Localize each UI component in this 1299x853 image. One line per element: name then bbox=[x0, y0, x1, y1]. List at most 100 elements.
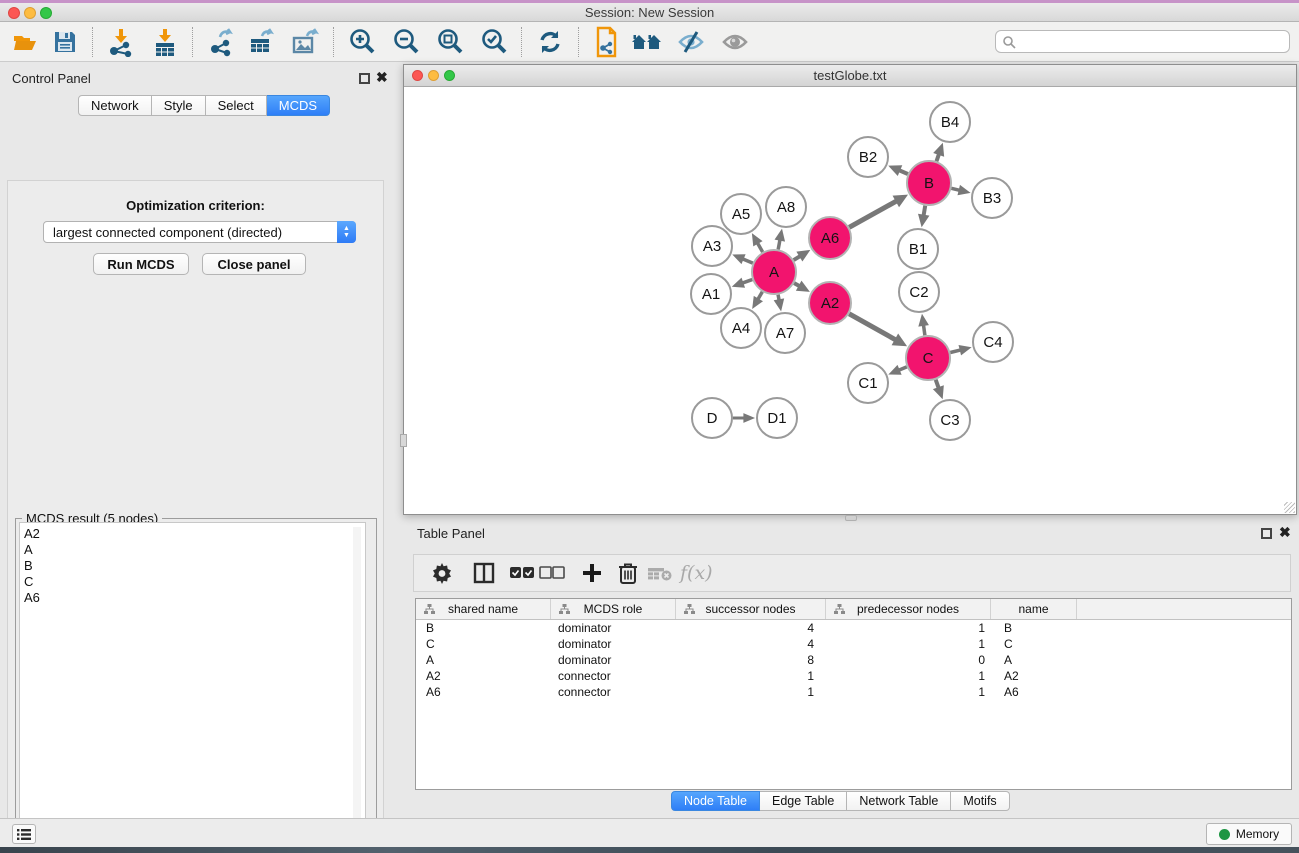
delete-column-icon[interactable] bbox=[614, 559, 642, 587]
zoom-selected-icon[interactable] bbox=[477, 25, 511, 59]
close-window-button[interactable] bbox=[8, 7, 20, 19]
zoom-fit-icon[interactable] bbox=[433, 25, 467, 59]
tab-motifs[interactable]: Motifs bbox=[951, 791, 1009, 811]
table-row[interactable]: Bdominator41B bbox=[416, 620, 1291, 636]
import-network-icon[interactable] bbox=[104, 25, 138, 59]
save-session-icon[interactable] bbox=[48, 25, 82, 59]
network-window-titlebar[interactable]: testGlobe.txt bbox=[404, 65, 1296, 87]
graph-edge-A-A1[interactable] bbox=[742, 280, 752, 283]
graph-edge-A6-B[interactable] bbox=[849, 201, 896, 227]
table-cell: 4 bbox=[676, 637, 826, 651]
float-panel-icon[interactable] bbox=[359, 73, 370, 84]
scrollbar-track[interactable] bbox=[353, 527, 361, 853]
zoom-out-icon[interactable] bbox=[389, 25, 423, 59]
column-header-predecessor-nodes[interactable]: predecessor nodes bbox=[826, 599, 991, 619]
close-panel-icon[interactable]: ✖ bbox=[1279, 524, 1291, 541]
graph-edge-B-B1[interactable] bbox=[924, 206, 926, 216]
graph-edge-B-B2[interactable] bbox=[899, 170, 908, 174]
search-input[interactable] bbox=[1016, 35, 1289, 49]
graph-edge-A-A5[interactable] bbox=[757, 243, 762, 252]
close-panel-icon[interactable]: ✖ bbox=[376, 69, 388, 86]
add-column-icon[interactable] bbox=[578, 559, 606, 587]
close-panel-button[interactable]: Close panel bbox=[202, 253, 306, 275]
panel-divider-grip[interactable] bbox=[400, 434, 407, 447]
column-header-successor-nodes[interactable]: successor nodes bbox=[676, 599, 826, 619]
criterion-value: largest connected component (directed) bbox=[44, 225, 337, 240]
graph-edge-A-A3[interactable] bbox=[743, 259, 753, 263]
graph-edge-A-A8[interactable] bbox=[778, 240, 780, 250]
deselect-all-icon[interactable] bbox=[538, 559, 566, 587]
fx-label: f(x) bbox=[680, 562, 713, 584]
delete-table-icon[interactable] bbox=[646, 559, 674, 587]
edge-arrowhead bbox=[774, 298, 785, 311]
mcds-result-list[interactable]: A2ABCA6 bbox=[19, 522, 366, 853]
float-panel-icon[interactable] bbox=[1261, 528, 1272, 539]
mcds-result-item[interactable]: B bbox=[24, 558, 365, 574]
home-views-icon[interactable] bbox=[630, 25, 664, 59]
show-graphics-icon[interactable] bbox=[718, 25, 752, 59]
column-header-MCDS-role[interactable]: MCDS role bbox=[551, 599, 676, 619]
mcds-result-item[interactable]: C bbox=[24, 574, 365, 590]
table-row[interactable]: A2connector11A2 bbox=[416, 668, 1291, 684]
edge-arrowhead bbox=[775, 229, 786, 242]
column-header-shared-name[interactable]: shared name bbox=[416, 599, 551, 619]
hide-graphics-icon[interactable] bbox=[674, 25, 708, 59]
mcds-result-item[interactable]: A bbox=[24, 542, 365, 558]
graph-edge-C-C3[interactable] bbox=[936, 380, 939, 388]
task-history-button[interactable] bbox=[12, 824, 36, 844]
tab-network-table[interactable]: Network Table bbox=[847, 791, 951, 811]
graph-edge-A-A4[interactable] bbox=[758, 292, 762, 300]
graph-edge-C-C1[interactable] bbox=[899, 367, 907, 370]
graph-edge-A2-C[interactable] bbox=[849, 314, 896, 340]
node-label: A1 bbox=[702, 286, 720, 303]
function-builder-icon[interactable]: f(x) bbox=[680, 559, 713, 587]
zoom-in-icon[interactable] bbox=[345, 25, 379, 59]
tab-edge-table[interactable]: Edge Table bbox=[760, 791, 847, 811]
minimize-window-button[interactable] bbox=[24, 7, 36, 19]
import-table-icon[interactable] bbox=[148, 25, 182, 59]
table-row[interactable]: A6connector11A6 bbox=[416, 684, 1291, 700]
zoom-window-button[interactable] bbox=[40, 7, 52, 19]
run-mcds-button[interactable]: Run MCDS bbox=[93, 253, 189, 275]
criterion-dropdown[interactable]: largest connected component (directed) ▲… bbox=[43, 221, 356, 243]
graph-edge-A-A6[interactable] bbox=[794, 256, 801, 260]
memory-button[interactable]: Memory bbox=[1206, 823, 1292, 845]
close-view-button[interactable] bbox=[412, 70, 423, 81]
node-table[interactable]: shared nameMCDS rolesuccessor nodesprede… bbox=[415, 598, 1292, 790]
table-cell: 1 bbox=[826, 637, 991, 651]
table-row[interactable]: Cdominator41C bbox=[416, 636, 1291, 652]
graph-edge-B-B3[interactable] bbox=[951, 188, 959, 190]
column-header-name[interactable]: name bbox=[991, 599, 1077, 619]
tab-network[interactable]: Network bbox=[78, 95, 152, 116]
tab-mcds[interactable]: MCDS bbox=[267, 95, 330, 116]
mcds-result-item[interactable]: A2 bbox=[24, 526, 365, 542]
export-network-icon[interactable] bbox=[204, 25, 238, 59]
table-row[interactable]: Adominator80A bbox=[416, 652, 1291, 668]
window-resize-grip[interactable] bbox=[1284, 502, 1295, 513]
select-all-icon[interactable] bbox=[508, 559, 536, 587]
zoom-view-button[interactable] bbox=[444, 70, 455, 81]
table-cell: 1 bbox=[826, 685, 991, 699]
table-cell: B bbox=[416, 621, 551, 635]
tab-select[interactable]: Select bbox=[206, 95, 267, 116]
mcds-result-item[interactable]: A6 bbox=[24, 590, 365, 606]
hierarchy-icon bbox=[559, 604, 570, 614]
show-columns-icon[interactable] bbox=[470, 559, 498, 587]
control-panel-tabs: NetworkStyleSelectMCDS bbox=[78, 95, 330, 116]
open-session-icon[interactable] bbox=[8, 25, 42, 59]
export-image-icon[interactable] bbox=[288, 25, 322, 59]
export-table-icon[interactable] bbox=[244, 25, 278, 59]
minimize-view-button[interactable] bbox=[428, 70, 439, 81]
edge-arrowhead bbox=[918, 214, 929, 228]
hierarchy-icon bbox=[684, 604, 695, 614]
table-options-icon[interactable] bbox=[428, 559, 456, 587]
graph-edge-C-C2[interactable] bbox=[923, 325, 924, 335]
search-field[interactable] bbox=[995, 30, 1290, 53]
tab-node-table[interactable]: Node Table bbox=[671, 791, 760, 811]
graph-edge-B-B4[interactable] bbox=[936, 154, 939, 161]
tab-style[interactable]: Style bbox=[152, 95, 206, 116]
network-file-icon[interactable] bbox=[588, 25, 622, 59]
refresh-icon[interactable] bbox=[533, 25, 567, 59]
network-graph-canvas[interactable]: B4B2BB3A8A5A6A3B1AA1C2A2A4A7C4CC1C3DD1 bbox=[404, 87, 1296, 514]
graph-edge-C-C4[interactable] bbox=[950, 350, 960, 353]
